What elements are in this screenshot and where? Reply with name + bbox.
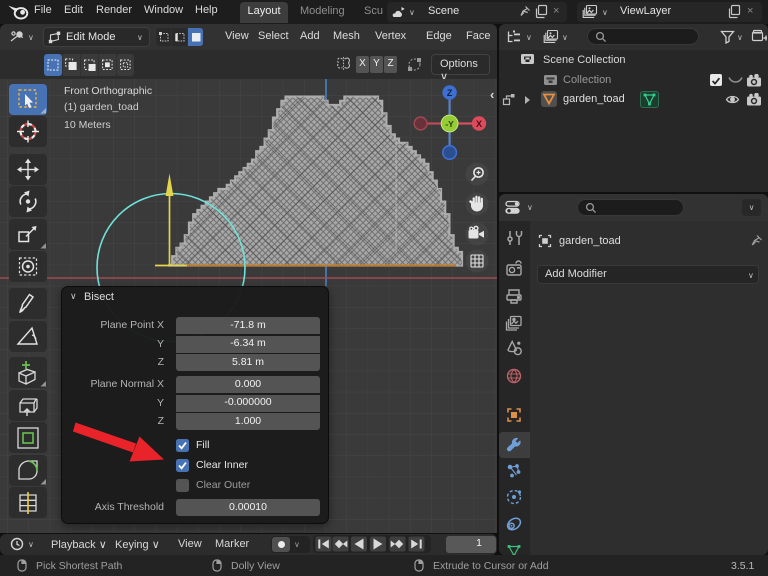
svg-text:‹: ‹	[490, 87, 494, 102]
svg-text:Z: Z	[447, 88, 453, 98]
svg-text:-Y: -Y	[445, 119, 454, 129]
svg-text:X: X	[476, 119, 482, 129]
